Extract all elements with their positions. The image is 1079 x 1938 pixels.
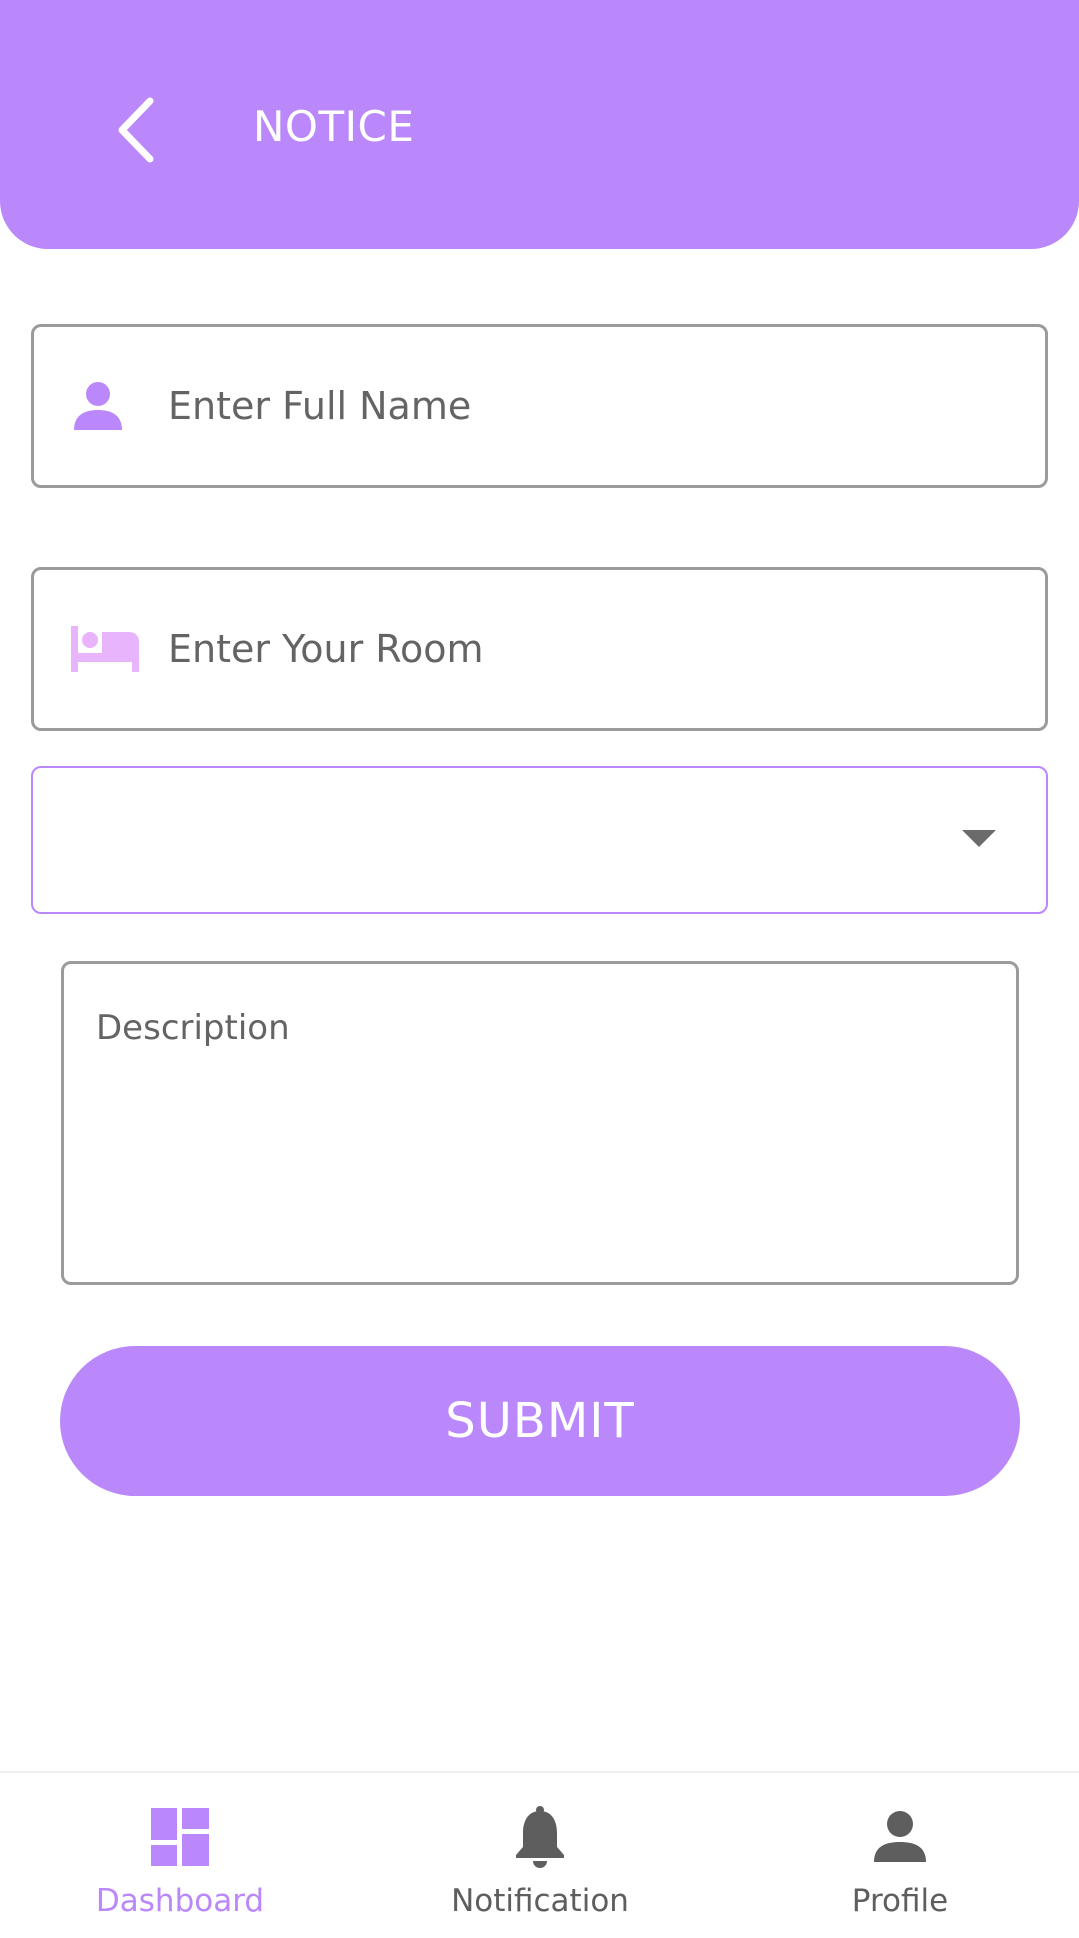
submit-button[interactable]: SUBMIT <box>60 1346 1020 1496</box>
description-input[interactable] <box>96 1008 976 1258</box>
nav-item-dashboard[interactable]: Dashboard <box>0 1773 360 1938</box>
bottom-nav: Dashboard Notification Profile <box>0 1771 1079 1938</box>
room-input[interactable] <box>168 570 1028 728</box>
notice-type-select[interactable] <box>31 766 1048 914</box>
page-title: NOTICE <box>253 102 415 151</box>
bell-icon <box>508 1805 572 1869</box>
full-name-field[interactable] <box>31 324 1048 488</box>
nav-label-profile: Profile <box>851 1883 949 1919</box>
chevron-left-icon <box>118 97 154 163</box>
nav-item-profile[interactable]: Profile <box>720 1773 1079 1938</box>
person-icon <box>72 380 124 432</box>
full-name-input[interactable] <box>168 327 1028 485</box>
description-field[interactable] <box>61 961 1019 1285</box>
person-icon <box>868 1805 932 1869</box>
room-field[interactable] <box>31 567 1048 731</box>
back-button[interactable] <box>110 95 160 165</box>
dashboard-icon <box>148 1805 212 1869</box>
nav-label-notification: Notification <box>451 1883 629 1919</box>
dropdown-arrow-icon[interactable] <box>962 830 996 847</box>
app-header: NOTICE <box>0 0 1079 249</box>
bed-icon <box>71 626 139 672</box>
nav-label-dashboard: Dashboard <box>95 1883 265 1919</box>
nav-item-notification[interactable]: Notification <box>360 1773 720 1938</box>
